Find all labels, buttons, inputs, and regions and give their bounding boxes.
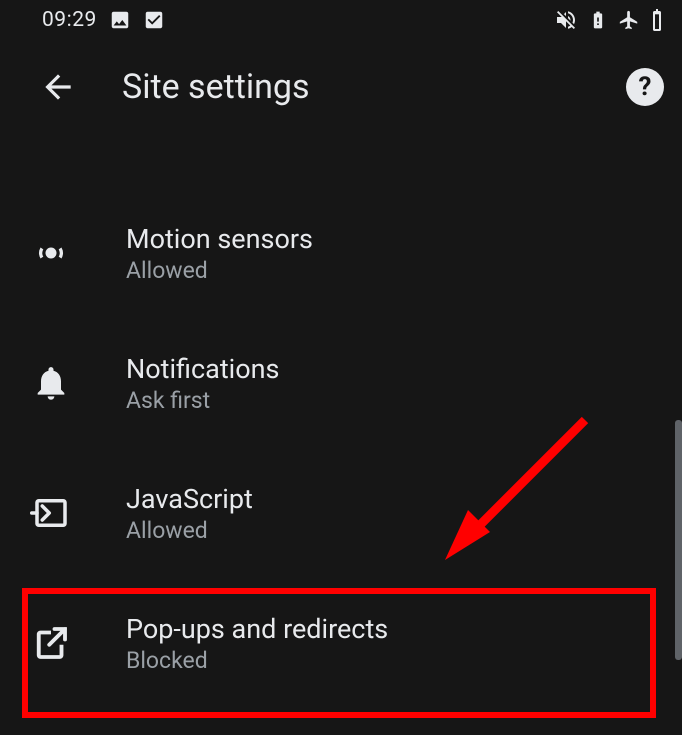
motion-sensor-icon	[26, 228, 76, 278]
help-button[interactable]: ?	[626, 68, 664, 106]
scrollbar[interactable]	[675, 420, 682, 660]
setting-subtitle: Allowed	[126, 517, 253, 544]
airplane-icon	[618, 9, 640, 31]
setting-title: Motion sensors	[126, 223, 313, 255]
status-bar-left: 09:29	[42, 8, 165, 32]
setting-subtitle: Ask first	[126, 387, 279, 414]
setting-popups-redirects[interactable]: Pop-ups and redirects Blocked	[0, 578, 682, 708]
photo-icon	[109, 9, 131, 31]
javascript-icon	[26, 488, 76, 538]
arrow-back-icon	[39, 68, 77, 106]
setting-text: JavaScript Allowed	[126, 483, 253, 544]
help-icon: ?	[639, 72, 652, 102]
checkbox-done-icon	[143, 9, 165, 31]
setting-notifications[interactable]: Notifications Ask first	[0, 318, 682, 448]
vibrate-off-icon	[554, 8, 578, 32]
setting-title: Pop-ups and redirects	[126, 613, 388, 645]
page-title: Site settings	[122, 67, 586, 107]
setting-subtitle: Allowed	[126, 257, 313, 284]
setting-text: Pop-ups and redirects Blocked	[126, 613, 388, 674]
battery-saver-icon	[588, 10, 608, 30]
setting-text: Notifications Ask first	[126, 353, 279, 414]
battery-icon	[650, 9, 664, 31]
status-bar: 09:29	[0, 0, 682, 40]
setting-title: Notifications	[126, 353, 279, 385]
bell-icon	[26, 358, 76, 408]
setting-title: JavaScript	[126, 483, 253, 515]
status-time: 09:29	[42, 8, 97, 32]
back-button[interactable]	[34, 63, 82, 111]
settings-list: Motion sensors Allowed Notifications Ask…	[0, 134, 682, 708]
setting-javascript[interactable]: JavaScript Allowed	[0, 448, 682, 578]
open-external-icon	[26, 618, 76, 668]
setting-subtitle: Blocked	[126, 647, 388, 674]
setting-text: Motion sensors Allowed	[126, 223, 313, 284]
status-bar-right	[554, 8, 664, 32]
app-bar: Site settings ?	[0, 40, 682, 134]
setting-motion-sensors[interactable]: Motion sensors Allowed	[0, 188, 682, 318]
